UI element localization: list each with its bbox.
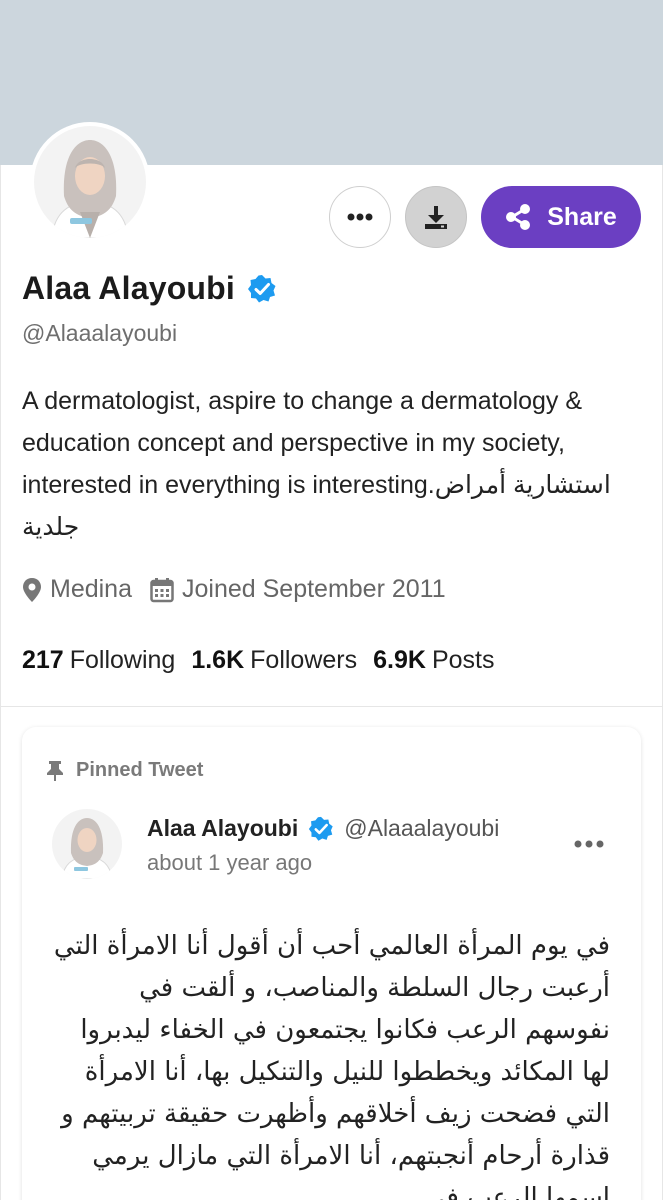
followers-label: Followers: [250, 646, 358, 674]
calendar-icon: [150, 577, 174, 602]
share-button[interactable]: Share: [481, 186, 641, 248]
posts-label: Posts: [431, 646, 495, 674]
following-count: 217: [22, 646, 64, 674]
following-label: Following: [69, 646, 176, 674]
share-icon: [506, 204, 531, 230]
tweet-timestamp[interactable]: about 1 year ago: [147, 850, 312, 876]
pinned-label-row: Pinned Tweet: [46, 759, 203, 782]
tweet-text: في يوم المرأة العالمي أحب أن أقول أنا ال…: [53, 931, 610, 1200]
tweet-author-name[interactable]: Alaa Alayoubi: [147, 815, 298, 842]
profile-handle: @Alaaalayoubi: [22, 320, 178, 346]
tweet-author-handle[interactable]: @Alaaalayoubi: [344, 815, 499, 842]
followers-count: 1.6K: [191, 646, 245, 674]
verified-badge-icon: [248, 274, 276, 302]
location-text: Medina: [50, 575, 132, 603]
profile-name: Alaa Alayoubi: [22, 270, 236, 306]
pinned-tweet-card[interactable]: Pinned Tweet Alaa Alayoubi @Alaaalayoubi…: [22, 727, 641, 1200]
location-pin-icon: [23, 577, 41, 602]
more-options-button[interactable]: [329, 186, 391, 248]
profile-stats: 217 Following 1.6K Followers 6.9K Posts: [22, 646, 510, 675]
download-button[interactable]: [405, 186, 467, 248]
joined-item: Joined September 2011: [150, 575, 446, 604]
profile-avatar[interactable]: [30, 122, 150, 242]
share-label: Share: [547, 202, 617, 231]
following-stat[interactable]: 217 Following: [22, 646, 175, 675]
location-item: Medina: [22, 575, 132, 604]
posts-count: 6.9K: [373, 646, 426, 674]
avatar-image: [34, 126, 146, 238]
verified-badge-icon: [309, 816, 333, 841]
section-divider: [0, 706, 663, 707]
tweet-header: Alaa Alayoubi @Alaaalayoubi: [147, 815, 499, 842]
posts-stat[interactable]: 6.9K Posts: [373, 646, 494, 675]
more-horizontal-icon: [347, 213, 373, 221]
profile-meta: Medina Joined September 2011: [22, 575, 464, 604]
more-horizontal-icon: [574, 840, 604, 848]
pin-icon: [47, 760, 63, 781]
download-icon: [425, 206, 447, 229]
profile-name-row: Alaa Alayoubi: [22, 270, 277, 307]
tweet-more-button[interactable]: [574, 835, 604, 853]
tweet-author-avatar[interactable]: [52, 809, 122, 879]
joined-text: Joined September 2011: [182, 575, 446, 603]
profile-bio: A dermatologist, aspire to change a derm…: [22, 380, 642, 548]
followers-stat[interactable]: 1.6K Followers: [191, 646, 357, 675]
pinned-label: Pinned Tweet: [76, 759, 204, 781]
